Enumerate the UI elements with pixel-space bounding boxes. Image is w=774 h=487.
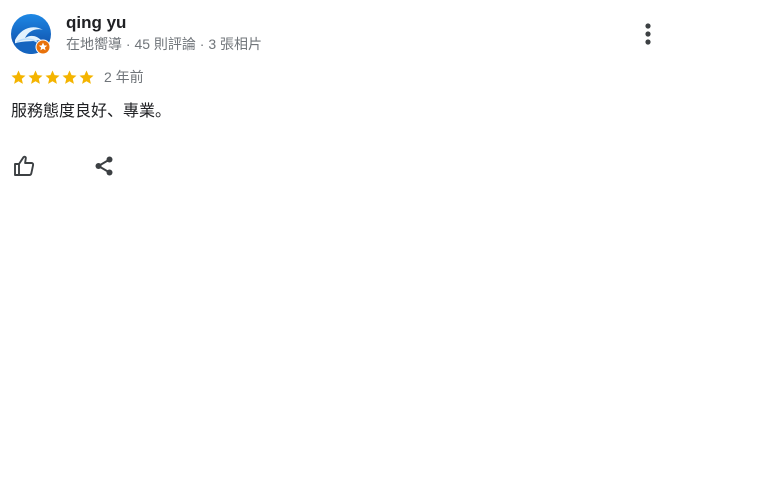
review-card: qing yu 在地嚮導 · 45 則評論 · 3 張相片 2 年前 服務態度良… bbox=[0, 0, 774, 487]
star-icon bbox=[11, 70, 26, 84]
review-date: 2 年前 bbox=[104, 69, 144, 85]
star-icon bbox=[45, 70, 60, 84]
star-icon bbox=[79, 70, 94, 84]
local-guide-badge-icon bbox=[35, 39, 51, 55]
star-icon bbox=[62, 70, 77, 84]
star-rating bbox=[10, 69, 95, 86]
like-button[interactable] bbox=[10, 152, 38, 180]
reviewer-avatar[interactable] bbox=[11, 14, 51, 55]
share-button[interactable] bbox=[90, 152, 118, 180]
reviewer-name[interactable]: qing yu bbox=[66, 13, 126, 33]
more-options-button[interactable] bbox=[636, 20, 660, 48]
star-icon bbox=[28, 70, 43, 84]
rating-row: 2 年前 bbox=[10, 67, 144, 87]
review-text: 服務態度良好、專業。 bbox=[11, 103, 172, 120]
thumbs-up-icon bbox=[14, 155, 35, 176]
share-icon bbox=[95, 156, 113, 176]
reviewer-meta[interactable]: 在地嚮導 · 45 則評論 · 3 張相片 bbox=[66, 35, 262, 53]
more-vertical-icon bbox=[645, 23, 651, 45]
